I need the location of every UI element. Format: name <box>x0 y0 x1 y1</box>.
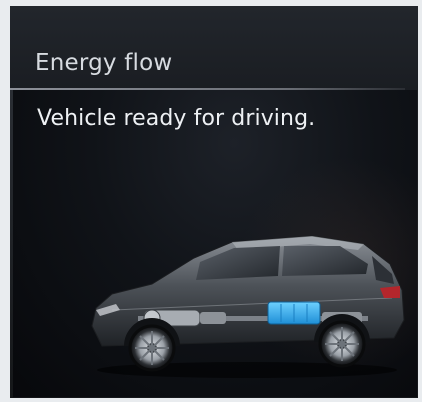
car-drivetrain-icon <box>91 235 405 378</box>
vehicle-status-text: Vehicle ready for driving. <box>37 106 316 131</box>
screen-edge <box>10 90 13 398</box>
idrive-display: Energy flow Vehicle ready for driving. <box>10 6 418 398</box>
vehicle-illustration <box>82 228 412 380</box>
page-title: Energy flow <box>35 50 173 76</box>
title-divider <box>10 88 405 90</box>
photo-frame: Energy flow Vehicle ready for driving. <box>0 0 422 402</box>
screen-header: Energy flow <box>10 6 418 90</box>
